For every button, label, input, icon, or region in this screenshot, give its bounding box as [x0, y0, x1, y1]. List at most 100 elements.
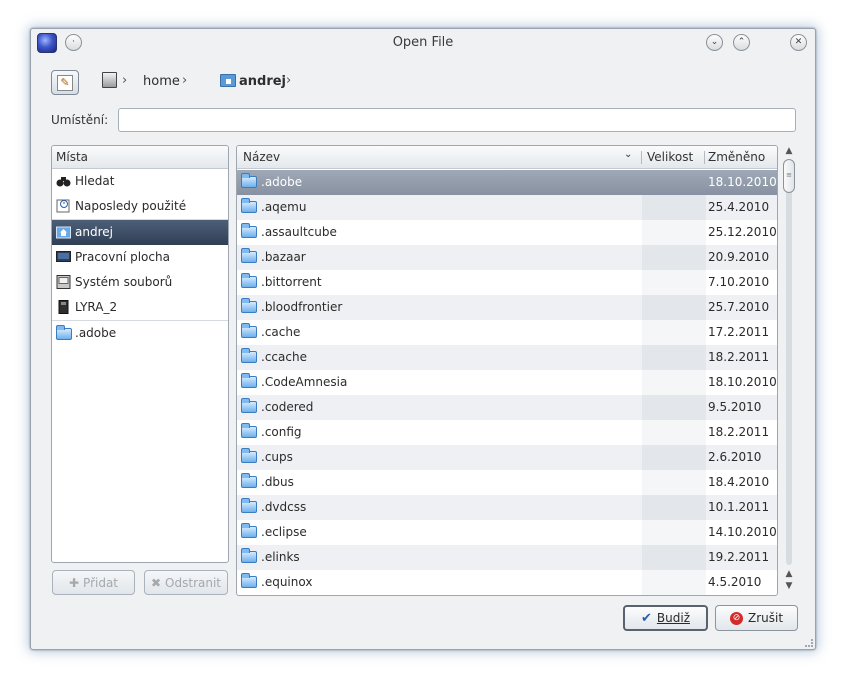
table-row[interactable]: .CodeAmnesia 18.10.2010 — [237, 370, 777, 395]
place-item-label: Naposledy použité — [75, 199, 187, 213]
file-name: .bloodfrontier — [261, 300, 343, 314]
table-row[interactable]: .bazaar 20.9.2010 — [237, 245, 777, 270]
column-header-size[interactable]: Velikost — [647, 150, 693, 164]
folder-icon — [241, 498, 257, 513]
place-item-label: andrej — [75, 225, 113, 239]
place-item-label: LYRA_2 — [75, 300, 118, 314]
column-header-modified[interactable]: Změněno — [708, 150, 765, 164]
place-item-lyra[interactable]: LYRA_2 — [52, 295, 228, 320]
folder-icon — [241, 473, 257, 488]
resize-grip[interactable] — [805, 639, 813, 647]
file-list-header: Název ⌄ Velikost Změněno — [237, 146, 777, 169]
table-row[interactable]: .codered 9.5.2010 — [237, 395, 777, 420]
size-cell — [642, 445, 706, 470]
size-cell — [642, 320, 706, 345]
edit-location-button[interactable]: ✎ — [51, 70, 79, 95]
home-folder-icon — [56, 226, 71, 239]
table-row[interactable]: .ccache 18.2.2011 — [237, 345, 777, 370]
file-name: .assaultcube — [261, 225, 337, 239]
title-bar[interactable]: · Open File ⌄ ⌃ ✕ — [31, 29, 815, 57]
file-modified-date: 9.5.2010 — [708, 400, 762, 414]
scroll-thumb[interactable]: ≡ — [783, 159, 795, 193]
folder-icon — [241, 198, 257, 213]
scroll-up-icon[interactable]: ▲ — [783, 146, 795, 156]
table-row[interactable]: .equinox 4.5.2010 — [237, 570, 777, 595]
size-cell — [642, 520, 706, 545]
close-button[interactable]: ✕ — [790, 34, 807, 51]
place-item-label: .adobe — [75, 326, 117, 340]
location-label: Umístění: — [51, 113, 109, 127]
place-item-label: Systém souborů — [75, 275, 173, 289]
cancel-icon: ⊘ — [729, 611, 743, 625]
folder-icon — [241, 548, 257, 563]
home-folder-icon[interactable] — [220, 74, 236, 87]
column-header-name[interactable]: Název — [243, 150, 280, 164]
table-row[interactable]: .config 18.2.2011 — [237, 420, 777, 445]
size-cell — [642, 470, 706, 495]
file-modified-date: 25.7.2010 — [708, 300, 770, 314]
desktop-icon — [56, 251, 71, 262]
file-name: .CodeAmnesia — [261, 375, 348, 389]
places-panel: Místa Hledat Naposledy použité andrej Pr… — [51, 145, 229, 563]
file-name: .equinox — [261, 575, 313, 589]
minimize-button[interactable]: ⌄ — [706, 34, 723, 51]
maximize-button[interactable]: ⌃ — [733, 34, 750, 51]
place-item-search[interactable]: Hledat — [52, 169, 228, 194]
table-row[interactable]: .dvdcss 10.1.2011 — [237, 495, 777, 520]
remove-icon: ✖ — [150, 575, 162, 590]
location-input[interactable] — [118, 108, 796, 132]
table-row[interactable]: .cache 17.2.2011 — [237, 320, 777, 345]
place-item-adobe[interactable]: .adobe — [52, 321, 228, 346]
chevron-right-icon[interactable]: › — [286, 73, 291, 88]
drive-icon[interactable] — [102, 72, 117, 88]
file-name: .dvdcss — [261, 500, 307, 514]
scroll-down-icon[interactable]: ▼ — [783, 581, 795, 591]
place-item-desktop[interactable]: Pracovní plocha — [52, 245, 228, 270]
places-header[interactable]: Místa — [52, 146, 228, 169]
place-item-filesystem[interactable]: Systém souborů — [52, 270, 228, 295]
binoculars-icon — [56, 177, 71, 187]
table-row[interactable]: .aqemu 25.4.2010 — [237, 195, 777, 220]
size-cell — [642, 395, 706, 420]
size-cell — [642, 170, 706, 195]
file-name: .ccache — [261, 350, 307, 364]
column-divider[interactable] — [704, 151, 705, 164]
file-modified-date: 10.1.2011 — [708, 500, 770, 514]
folder-icon — [241, 373, 257, 388]
usb-drive-icon — [58, 300, 69, 314]
remove-place-button[interactable]: ✖ Odstranit — [144, 570, 228, 595]
place-item-home[interactable]: andrej — [52, 220, 228, 245]
table-row[interactable]: .adobe 18.10.2010 — [237, 170, 777, 195]
scroll-up-icon[interactable]: ▲ — [783, 569, 795, 579]
file-modified-date: 19.2.2011 — [708, 550, 770, 564]
table-row[interactable]: .bittorrent 7.10.2010 — [237, 270, 777, 295]
file-name: .bazaar — [261, 250, 306, 264]
ok-button[interactable]: ✔ Budiž — [623, 605, 708, 631]
place-item-recent[interactable]: Naposledy použité — [52, 194, 228, 219]
size-cell — [642, 295, 706, 320]
table-row[interactable]: .dbus 18.4.2010 — [237, 470, 777, 495]
column-divider[interactable] — [641, 151, 642, 164]
folder-icon — [241, 273, 257, 288]
file-name: .eclipse — [261, 525, 307, 539]
breadcrumb-andrej[interactable]: andrej — [239, 74, 286, 89]
table-row[interactable]: .eclipse 14.10.2010 — [237, 520, 777, 545]
folder-icon — [241, 423, 257, 438]
ok-button-label: Budiž — [656, 611, 690, 625]
chevron-down-icon: ⌄ — [710, 37, 719, 47]
size-cell — [642, 370, 706, 395]
table-row[interactable]: .cups 2.6.2010 — [237, 445, 777, 470]
file-name: .config — [261, 425, 302, 439]
cancel-button[interactable]: ⊘ Zrušit — [715, 605, 798, 631]
sort-chevron-icon[interactable]: ⌄ — [624, 149, 632, 160]
add-place-button[interactable]: ✚ Přidat — [52, 570, 135, 595]
table-row[interactable]: .elinks 19.2.2011 — [237, 545, 777, 570]
open-file-dialog: · Open File ⌄ ⌃ ✕ ✎ › home › andrej › Um… — [30, 28, 816, 650]
table-row[interactable]: .bloodfrontier 25.7.2010 — [237, 295, 777, 320]
scroll-track[interactable] — [786, 159, 792, 565]
size-cell — [642, 545, 706, 570]
vertical-scrollbar[interactable]: ▲ ≡ ▲ ▼ — [781, 145, 797, 596]
table-row[interactable]: .assaultcube 25.12.2010 — [237, 220, 777, 245]
breadcrumb-home[interactable]: home — [143, 74, 180, 89]
file-name: .adobe — [261, 175, 303, 189]
